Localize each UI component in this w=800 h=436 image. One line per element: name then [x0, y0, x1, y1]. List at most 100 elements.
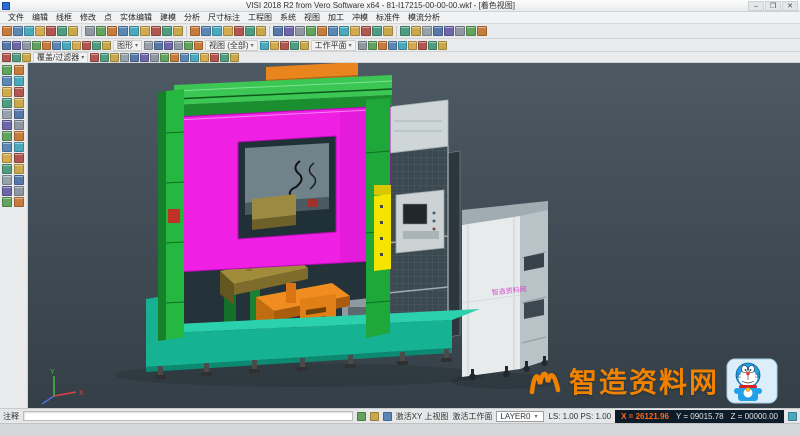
toolbar-icon[interactable] — [290, 41, 299, 50]
toolbar-icon[interactable] — [96, 26, 106, 36]
toolbar-icon[interactable] — [2, 53, 11, 62]
toolbar-icon[interactable] — [455, 26, 465, 36]
toolbar-icon[interactable] — [90, 53, 99, 62]
toolbar-icon[interactable] — [400, 26, 410, 36]
safety-cabinet[interactable]: 智造资料网 — [462, 201, 548, 381]
sidebar-icon[interactable] — [2, 142, 12, 152]
toolbar-icon[interactable] — [150, 53, 159, 62]
toolbar-icon[interactable] — [328, 26, 338, 36]
toolbar-icon[interactable] — [260, 41, 269, 50]
sidebar-icon[interactable] — [2, 153, 12, 163]
graphics-dropdown[interactable]: 图形▾ — [113, 40, 142, 51]
toolbar-icon[interactable] — [223, 26, 233, 36]
toolbar-icon[interactable] — [220, 53, 229, 62]
toolbar-icon[interactable] — [433, 26, 443, 36]
maximize-button[interactable]: ❐ — [765, 1, 781, 11]
toolbar-icon[interactable] — [411, 26, 421, 36]
sidebar-icon[interactable] — [2, 98, 12, 108]
sidebar-icon[interactable] — [14, 98, 24, 108]
toolbar-icon[interactable] — [32, 41, 41, 50]
sidebar-icon[interactable] — [14, 65, 24, 75]
menu-item[interactable]: 加工 — [324, 12, 348, 23]
menu-item[interactable]: 文件 — [4, 12, 28, 23]
viewport-canvas[interactable]: 智造资料网 — [28, 63, 800, 408]
toolbar-icon[interactable] — [245, 26, 255, 36]
menu-item[interactable]: 冲模 — [348, 12, 372, 23]
toolbar-icon[interactable] — [466, 26, 476, 36]
toolbar-icon[interactable] — [162, 26, 172, 36]
toolbar-icon[interactable] — [361, 26, 371, 36]
toolbar-icon[interactable] — [200, 53, 209, 62]
toolbar-icon[interactable] — [22, 41, 31, 50]
toolbar-icon[interactable] — [256, 26, 266, 36]
workplane-dropdown[interactable]: 工作平面▾ — [311, 40, 356, 51]
toolbar-icon[interactable] — [129, 26, 139, 36]
filters-dropdown[interactable]: 覆盖/过滤器▾ — [33, 52, 88, 63]
message-field[interactable] — [23, 411, 353, 421]
toolbar-icon[interactable] — [46, 26, 56, 36]
menu-item[interactable]: 编辑 — [28, 12, 52, 23]
sidebar-icon[interactable] — [14, 142, 24, 152]
sidebar-icon[interactable] — [2, 120, 12, 130]
toolbar-icon[interactable] — [270, 41, 279, 50]
ortho-icon[interactable] — [383, 412, 392, 421]
toolbar-icon[interactable] — [42, 41, 51, 50]
sidebar-icon[interactable] — [2, 164, 12, 174]
toolbar-icon[interactable] — [24, 26, 34, 36]
toolbar-icon[interactable] — [317, 26, 327, 36]
toolbar-icon[interactable] — [295, 26, 305, 36]
sidebar-icon[interactable] — [14, 175, 24, 185]
sidebar-icon[interactable] — [2, 131, 12, 141]
menu-item[interactable]: 点 — [100, 12, 116, 23]
toolbar-icon[interactable] — [180, 53, 189, 62]
sidebar-icon[interactable] — [14, 131, 24, 141]
toolbar-icon[interactable] — [72, 41, 81, 50]
views-dropdown[interactable]: 视图 (全部)▾ — [205, 40, 258, 51]
toolbar-icon[interactable] — [110, 53, 119, 62]
toolbar-icon[interactable] — [2, 26, 12, 36]
toolbar-icon[interactable] — [174, 41, 183, 50]
snap-icon[interactable] — [357, 412, 366, 421]
toolbar-icon[interactable] — [92, 41, 101, 50]
toolbar-icon[interactable] — [154, 41, 163, 50]
hmi-screen[interactable] — [403, 204, 427, 224]
toolbar-icon[interactable] — [144, 41, 153, 50]
menu-item[interactable]: 分析 — [180, 12, 204, 23]
sidebar-icon[interactable] — [14, 164, 24, 174]
toolbar-icon[interactable] — [388, 41, 397, 50]
toolbar-icon[interactable] — [118, 26, 128, 36]
menu-item[interactable]: 标准件 — [372, 12, 404, 23]
toolbar-icon[interactable] — [170, 53, 179, 62]
toolbar-icon[interactable] — [212, 26, 222, 36]
toolbar-icon[interactable] — [102, 41, 111, 50]
toolbar-icon[interactable] — [184, 41, 193, 50]
toolbar-icon[interactable] — [130, 53, 139, 62]
menu-item[interactable]: 工程图 — [244, 12, 276, 23]
toolbar-icon[interactable] — [12, 53, 21, 62]
toolbar-icon[interactable] — [422, 26, 432, 36]
viewport-3d[interactable]: 智造资料网 — [28, 63, 800, 408]
toolbar-icon[interactable] — [339, 26, 349, 36]
toolbar-icon[interactable] — [151, 26, 161, 36]
toolbar-icon[interactable] — [140, 26, 150, 36]
toolbar-icon[interactable] — [230, 53, 239, 62]
toolbar-icon[interactable] — [201, 26, 211, 36]
close-button[interactable]: ✕ — [782, 1, 798, 11]
toolbar-icon[interactable] — [100, 53, 109, 62]
toolbar-icon[interactable] — [22, 53, 31, 62]
sidebar-icon[interactable] — [2, 65, 12, 75]
sidebar-icon[interactable] — [14, 186, 24, 196]
menu-item[interactable]: 尺寸标注 — [204, 12, 244, 23]
toolbar-icon[interactable] — [300, 41, 309, 50]
toolbar-icon[interactable] — [210, 53, 219, 62]
toolbar-icon[interactable] — [372, 26, 382, 36]
toolbar-icon[interactable] — [52, 41, 61, 50]
toolbar-icon[interactable] — [120, 53, 129, 62]
toolbar-icon[interactable] — [35, 26, 45, 36]
sidebar-icon[interactable] — [14, 109, 24, 119]
toolbar-icon[interactable] — [85, 26, 95, 36]
menu-item[interactable]: 视图 — [300, 12, 324, 23]
toolbar-icon[interactable] — [378, 41, 387, 50]
toolbar-icon[interactable] — [383, 26, 393, 36]
toolbar-icon[interactable] — [12, 41, 21, 50]
